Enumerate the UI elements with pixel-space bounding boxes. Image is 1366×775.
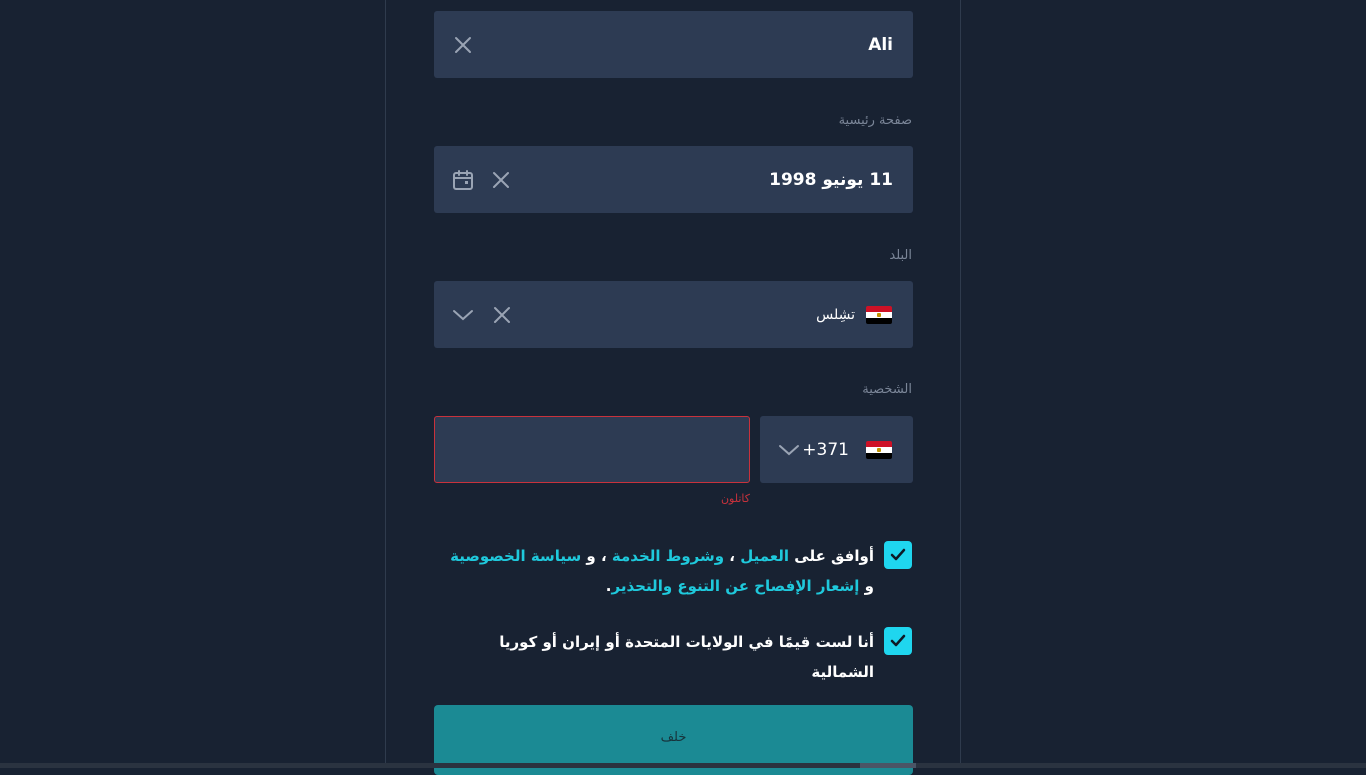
egypt-flag-icon: [866, 305, 892, 324]
residency-row: أنا لست قيمًا في الولايات المتحدة أو إير…: [442, 627, 912, 687]
agreement-text: أوافق على العميل ، وشروط الخدمة ، و سياس…: [442, 541, 874, 601]
birthdate-field[interactable]: 11 يونيو 1998: [434, 146, 913, 213]
name-value: Ali: [868, 34, 893, 55]
horizontal-scrollbar[interactable]: [0, 763, 1366, 768]
client-link[interactable]: العميل: [740, 547, 789, 565]
egypt-flag-icon: [866, 440, 892, 459]
phone-code-select[interactable]: +371: [760, 416, 913, 483]
country-value: تشِلس: [816, 306, 855, 323]
chevron-down-icon[interactable]: [452, 304, 474, 326]
birthdate-value: 11 يونيو 1998: [769, 169, 893, 190]
scrollbar-thumb[interactable]: [860, 763, 916, 768]
name-field[interactable]: Ali: [434, 11, 913, 78]
agreement-sep: ، و: [581, 547, 612, 565]
phone-error-text: كاتلون: [720, 492, 750, 505]
disclosure-link[interactable]: إشعار الإفصاح عن التنوع والتحذير: [612, 577, 860, 595]
agreement-sep: و: [859, 577, 874, 595]
country-select[interactable]: تشِلس: [434, 281, 913, 348]
phone-input[interactable]: [434, 416, 750, 483]
country-label: البلد: [889, 248, 912, 263]
close-icon[interactable]: [452, 34, 474, 56]
agreement-sep: ،: [724, 547, 741, 565]
phone-label: الشخصية: [862, 382, 912, 397]
agreement-checkbox[interactable]: [884, 541, 912, 569]
privacy-link[interactable]: سياسة الخصوصية: [450, 547, 581, 565]
chevron-down-icon[interactable]: [778, 439, 800, 461]
close-icon[interactable]: [490, 169, 512, 191]
agreement-prefix: أوافق على: [789, 547, 874, 565]
terms-link[interactable]: وشروط الخدمة: [612, 547, 724, 565]
birthdate-label: صفحة رئيسية: [838, 113, 912, 128]
close-icon[interactable]: [491, 304, 513, 326]
residency-text: أنا لست قيمًا في الولايات المتحدة أو إير…: [499, 633, 874, 681]
agreement-row: أوافق على العميل ، وشروط الخدمة ، و سياس…: [442, 541, 912, 601]
calendar-icon[interactable]: [452, 169, 474, 191]
residency-checkbox[interactable]: [884, 627, 912, 655]
check-icon: [890, 634, 906, 647]
phone-code-value: +371: [802, 439, 849, 460]
registration-panel: Ali صفحة رئيسية 11 يونيو 1998 البلد تشِل…: [385, 0, 961, 775]
check-icon: [890, 548, 906, 561]
